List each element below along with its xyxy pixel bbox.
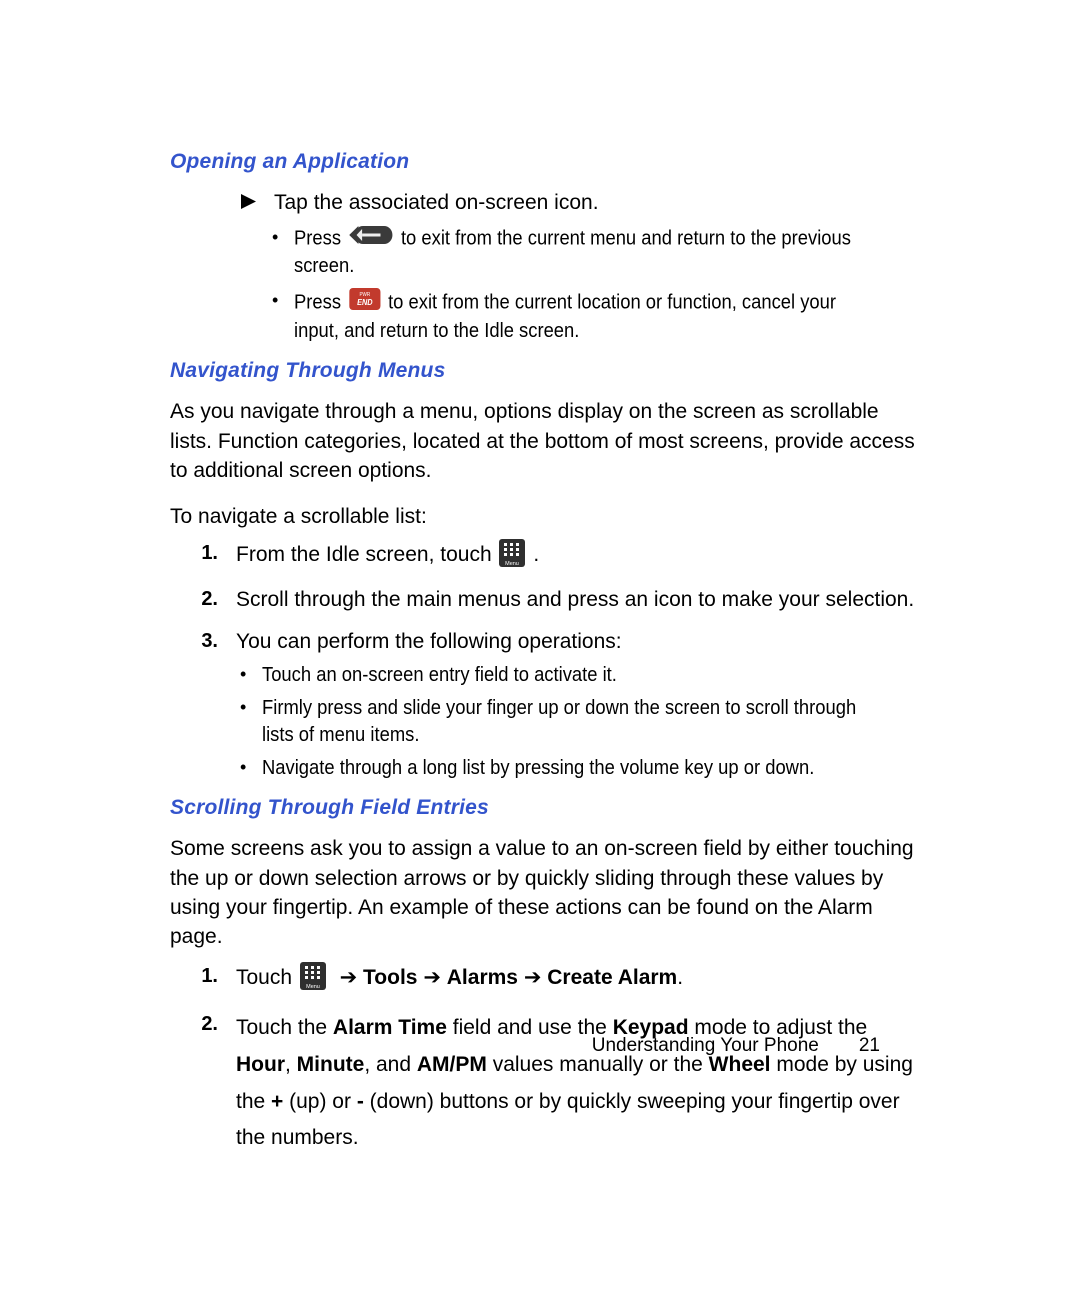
list-number: 1.	[170, 539, 236, 567]
bold-ampm: AM/PM	[417, 1053, 487, 1076]
back-key-icon	[349, 225, 393, 253]
press-end-instruction: Press PWR END to exit from the current l…	[294, 288, 870, 345]
text: field and use the	[447, 1016, 613, 1039]
page: Opening an Application Tap the associate…	[0, 0, 1080, 1307]
heading-navigating-menus: Navigating Through Menus	[170, 359, 920, 383]
triangle-bullet-icon	[212, 188, 274, 216]
menu-key-icon: Menu	[300, 962, 326, 998]
bullet-icon: •	[272, 288, 294, 313]
bullet-icon: •	[272, 225, 294, 250]
heading-opening-application: Opening an Application	[170, 150, 920, 174]
text-press: Press	[294, 228, 341, 250]
step-alarm-time-instruction: Touch the Alarm Time field and use the K…	[236, 1010, 920, 1157]
scrolling-intro: Some screens ask you to assign a value t…	[170, 834, 920, 952]
text: , and	[364, 1053, 417, 1076]
step-from-idle: From the Idle screen, touch Menu	[236, 539, 920, 575]
bold-minus: -	[357, 1090, 364, 1113]
end-key-icon: PWR END	[349, 288, 380, 318]
text: Touch the	[236, 1016, 333, 1039]
section-opening-application: Opening an Application Tap the associate…	[170, 150, 920, 345]
footer-section-title: Understanding Your Phone	[592, 1035, 819, 1057]
text: From the Idle screen, touch	[236, 543, 492, 566]
sub-volume-key: Navigate through a long list by pressing…	[262, 755, 867, 782]
footer-page-number: 21	[859, 1035, 880, 1057]
menu-key-icon: Menu	[499, 539, 525, 575]
sub-firmly-press: Firmly press and slide your finger up or…	[262, 695, 867, 749]
section-navigating-menus: Navigating Through Menus As you navigate…	[170, 359, 920, 782]
arrow-glyph-icon: ➔	[340, 966, 358, 989]
list-number: 3.	[170, 627, 236, 655]
text: ,	[285, 1053, 297, 1076]
text: Touch	[236, 966, 292, 989]
arrow-glyph-icon: ➔	[423, 966, 441, 989]
step-operations: You can perform the following operations…	[236, 627, 920, 656]
bold-plus: +	[271, 1090, 283, 1113]
section-scrolling-fields: Scrolling Through Field Entries Some scr…	[170, 796, 920, 1157]
bullet-icon: •	[240, 755, 262, 780]
bold-alarm-time: Alarm Time	[333, 1016, 447, 1039]
bullet-icon: •	[240, 662, 262, 687]
arrow-glyph-icon: ➔	[524, 966, 542, 989]
list-number: 1.	[170, 962, 236, 990]
list-number: 2.	[170, 1010, 236, 1038]
step-scroll-main: Scroll through the main menus and press …	[236, 585, 920, 614]
list-number: 2.	[170, 585, 236, 613]
sub-touch-field: Touch an on-screen entry field to activa…	[262, 662, 867, 689]
page-footer: Understanding Your Phone 21	[592, 1035, 880, 1057]
path-tools: Tools	[363, 966, 417, 989]
path-create-alarm: Create Alarm	[547, 966, 677, 989]
press-back-instruction: Press to exit from the current menu and …	[294, 225, 870, 280]
heading-scrolling-fields: Scrolling Through Field Entries	[170, 796, 920, 820]
text: .	[533, 543, 539, 566]
svg-text:Menu: Menu	[306, 984, 320, 990]
tap-icon-instruction: Tap the associated on-screen icon.	[274, 188, 920, 217]
path-alarms: Alarms	[447, 966, 518, 989]
bold-hour: Hour	[236, 1053, 285, 1076]
text-press: Press	[294, 292, 341, 314]
nav-prompt: To navigate a scrollable list:	[170, 502, 920, 531]
bold-minute: Minute	[297, 1053, 365, 1076]
svg-text:END: END	[357, 298, 373, 307]
bullet-icon: •	[240, 695, 262, 720]
svg-text:Menu: Menu	[506, 561, 520, 567]
text: (up) or	[283, 1090, 357, 1113]
navigating-intro: As you navigate through a menu, options …	[170, 397, 920, 485]
step-touch-menu-path: Touch Menu ➔ Tools	[236, 962, 920, 998]
